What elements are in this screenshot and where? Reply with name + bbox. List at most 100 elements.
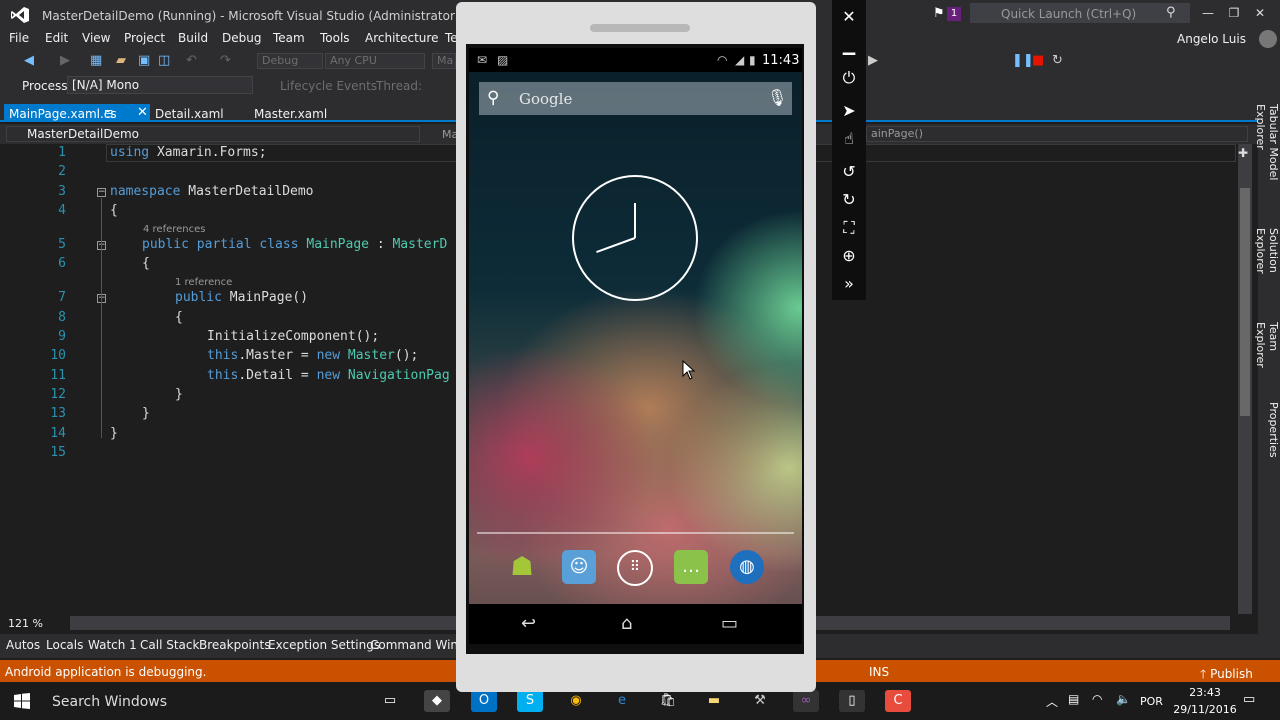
file-explorer-icon[interactable]: ▬: [701, 690, 727, 712]
action-center-icon[interactable]: ▭: [1243, 692, 1255, 707]
power-button[interactable]: ⏻: [838, 67, 860, 89]
tray-date[interactable]: 29/11/2016: [1172, 703, 1238, 716]
all-apps-icon[interactable]: ⠿: [617, 550, 653, 586]
microphone-icon[interactable]: 🎙: [767, 88, 787, 107]
menu-tools[interactable]: Tools: [320, 31, 350, 45]
tab-autos[interactable]: Autos: [6, 638, 40, 652]
clock-face: [596, 203, 636, 253]
collapse-toggle[interactable]: −: [97, 188, 106, 197]
scrollbar-thumb[interactable]: [1240, 188, 1250, 416]
edge-icon[interactable]: e: [609, 690, 635, 712]
project-select[interactable]: MasterDetailDemo: [6, 126, 420, 142]
tray-wifi-icon[interactable]: ◠: [1092, 692, 1102, 706]
restart-icon[interactable]: ↻: [1052, 53, 1063, 68]
analog-clock-widget[interactable]: [572, 175, 698, 301]
touch-mode-button[interactable]: ☝: [838, 128, 860, 150]
pause-icon[interactable]: ❚❚: [1012, 53, 1034, 68]
tab-properties[interactable]: Properties: [1258, 402, 1280, 458]
split-icon[interactable]: ✚: [1238, 146, 1248, 160]
fit-to-screen-button[interactable]: ⛶: [838, 217, 860, 239]
tools-icon[interactable]: ⚒: [747, 690, 773, 712]
android-recents-button[interactable]: ▭: [721, 613, 738, 634]
new-project-icon[interactable]: ▦: [90, 53, 102, 68]
rotate-left-button[interactable]: ↺: [838, 161, 860, 183]
startup-select[interactable]: Ma: [432, 53, 456, 69]
menu-edit[interactable]: Edit: [45, 31, 68, 45]
menu-team[interactable]: Team: [273, 31, 305, 45]
windows-start-icon[interactable]: [14, 693, 30, 709]
tab-breakpoints[interactable]: Breakpoints: [199, 638, 270, 652]
outlook-icon[interactable]: O: [471, 690, 497, 712]
tray-volume-icon[interactable]: 🔈: [1116, 692, 1131, 706]
maximize-button[interactable]: ❐: [1224, 6, 1244, 20]
contacts-icon[interactable]: ☺: [562, 550, 596, 584]
browser-icon[interactable]: ◍: [730, 550, 764, 584]
menu-build[interactable]: Build: [178, 31, 208, 45]
codelens-references[interactable]: 4 references: [143, 224, 206, 235]
recorder-icon[interactable]: C: [885, 690, 911, 712]
pin-icon[interactable]: ⊟: [104, 107, 113, 120]
lifecycle-events-select[interactable]: Lifecycle Events: [280, 79, 377, 93]
menu-architecture[interactable]: Architecture: [365, 31, 438, 45]
redo-icon[interactable]: ↷: [220, 53, 231, 68]
menu-view[interactable]: View: [82, 31, 110, 45]
close-emulator-button[interactable]: ✕: [838, 6, 860, 28]
android-back-button[interactable]: ↩: [521, 613, 536, 634]
open-folder-icon[interactable]: ▰: [116, 53, 126, 68]
tray-network-icon[interactable]: ▤: [1068, 692, 1079, 706]
zoom-level[interactable]: 121 %: [8, 617, 43, 630]
git-app-icon[interactable]: ◆: [424, 690, 450, 712]
save-icon[interactable]: ▣: [138, 53, 150, 68]
visual-studio-taskbar-icon[interactable]: ∞: [793, 690, 819, 712]
more-tools-button[interactable]: »: [838, 273, 860, 295]
chrome-icon[interactable]: ◉: [563, 690, 589, 712]
tray-language[interactable]: POR: [1140, 695, 1163, 708]
menu-debug[interactable]: Debug: [222, 31, 261, 45]
search-icon[interactable]: ⚲: [1166, 5, 1176, 20]
notification-badge[interactable]: 1: [947, 7, 961, 21]
tab-watch-1[interactable]: Watch 1: [88, 638, 137, 652]
android-screen[interactable]: ✉ ▨ ◠ ◢ ▮ 11:43 ⚲ Google 🎙 ☗ ☺ ⠿ … ◍ ↩ ⌂…: [469, 48, 802, 644]
avatar[interactable]: [1259, 30, 1277, 48]
tab-call-stack[interactable]: Call Stack: [140, 638, 199, 652]
tab-solution-explorer[interactable]: Solution Explorer: [1254, 228, 1280, 316]
rotate-right-button[interactable]: ↻: [838, 189, 860, 211]
store-icon[interactable]: 🛍: [655, 690, 681, 712]
close-tab-button[interactable]: ✕: [137, 105, 148, 120]
minimize-button[interactable]: —: [1198, 6, 1218, 20]
undo-icon[interactable]: ↶: [186, 53, 197, 68]
back-icon[interactable]: ◀: [24, 53, 34, 68]
messaging-icon[interactable]: …: [674, 550, 708, 584]
skype-icon[interactable]: S: [517, 690, 543, 712]
taskbar-search[interactable]: Search Windows: [52, 694, 167, 710]
tray-chevron-icon[interactable]: ︿: [1046, 693, 1058, 710]
method-select[interactable]: ainPage(): [866, 126, 1248, 142]
tab-locals[interactable]: Locals: [46, 638, 83, 652]
configuration-select[interactable]: Debug: [257, 53, 323, 69]
save-all-icon[interactable]: ◫: [158, 53, 170, 68]
zoom-button[interactable]: ⊕: [838, 245, 860, 267]
tab-team-explorer[interactable]: Team Explorer: [1254, 322, 1280, 396]
minimize-emulator-button[interactable]: ▁: [838, 35, 860, 57]
tab-exception-settings[interactable]: Exception Settings: [268, 638, 380, 652]
menu-project[interactable]: Project: [124, 31, 165, 45]
tray-time[interactable]: 23:43: [1175, 686, 1235, 699]
tab-detail-xaml[interactable]: Detail.xaml: [155, 107, 224, 121]
stop-icon[interactable]: ■: [1032, 53, 1044, 68]
codelens-references[interactable]: 1 reference: [175, 277, 232, 288]
close-window-button[interactable]: ✕: [1250, 6, 1270, 20]
continue-icon[interactable]: ▶: [868, 53, 878, 68]
notification-flag-icon[interactable]: ⚑: [933, 6, 945, 21]
tab-tabular-model-explorer[interactable]: Tabular Model Explorer: [1254, 104, 1280, 224]
platform-select[interactable]: Any CPU: [325, 53, 425, 69]
task-view-icon[interactable]: ▭: [377, 690, 403, 712]
android-home-button[interactable]: ⌂: [621, 613, 632, 634]
tab-master-xaml[interactable]: Master.xaml: [254, 107, 327, 121]
emulator-taskbar-icon[interactable]: ▯: [839, 690, 865, 712]
forward-icon[interactable]: ▶: [60, 53, 70, 68]
pointer-mode-button[interactable]: ➤: [838, 100, 860, 122]
user-name[interactable]: Angelo Luis: [1177, 32, 1246, 46]
menu-file[interactable]: File: [9, 31, 29, 45]
android-app-icon[interactable]: ☗: [505, 550, 539, 584]
process-select[interactable]: [N/A] Mono: [67, 76, 253, 94]
